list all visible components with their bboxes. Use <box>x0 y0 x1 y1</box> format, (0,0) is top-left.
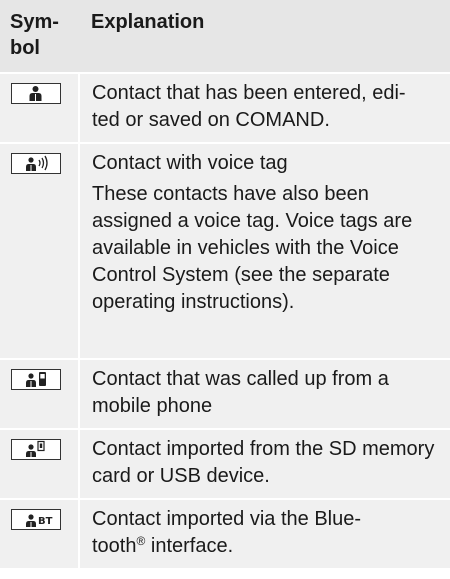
contact-bluetooth-icon: BT <box>11 509 61 530</box>
explanation-cell: Contact with voice tag These contacts ha… <box>79 142 450 360</box>
symbol-cell: BT <box>0 498 80 570</box>
symbol-cell <box>0 358 80 430</box>
explanation-cell: Contact that was called up from a mobile… <box>79 358 450 430</box>
explanation-text: Contact that has been entered, edi- ted … <box>92 82 406 131</box>
explanation-detail-text: These contacts have also been assigned a… <box>92 183 413 313</box>
contact-mobile-phone-icon <box>11 369 61 390</box>
explanation-text-part-2: interface. <box>150 535 234 557</box>
explanation-cell: Contact imported from the SD memory card… <box>79 428 450 500</box>
symbol-table: Sym- bol Explanation Contact that has be… <box>0 0 450 570</box>
symbol-cell <box>0 428 80 500</box>
bluetooth-label: BT <box>38 516 53 527</box>
explanation-cell: Contact that has been entered, edi- ted … <box>79 72 450 144</box>
table-row: Contact that was called up from a mobile… <box>0 358 450 430</box>
header-symbol-label: Sym- bol <box>10 11 59 59</box>
contact-sd-card-icon <box>11 439 61 460</box>
explanation-text: Contact imported from the SD memory card… <box>92 438 435 487</box>
table-row: Contact imported from the SD memory card… <box>0 428 450 500</box>
symbol-table-page: Sym- bol Explanation Contact that has be… <box>0 0 450 579</box>
header-explanation: Explanation <box>79 0 450 74</box>
table-row: BT Contact imported via the Blue- tooth®… <box>0 498 450 570</box>
explanation-cell: Contact imported via the Blue- tooth® in… <box>79 498 450 570</box>
table-row: Contact with voice tag These contacts ha… <box>0 142 450 360</box>
explanation-text: Contact imported via the Blue- tooth® in… <box>92 506 440 560</box>
registered-mark: ® <box>136 534 146 548</box>
symbol-cell <box>0 142 80 360</box>
symbol-cell <box>0 72 80 144</box>
header-symbol: Sym- bol <box>0 0 79 74</box>
table-header-row: Sym- bol Explanation <box>0 0 450 74</box>
contact-voice-tag-icon <box>11 153 61 174</box>
explanation-text: Contact with voice tag <box>92 152 288 174</box>
header-explanation-label: Explanation <box>91 11 205 33</box>
explanation-text: Contact that was called up from a mobile… <box>92 368 389 417</box>
contact-icon <box>11 83 61 104</box>
table-row: Contact that has been entered, edi- ted … <box>0 72 450 144</box>
